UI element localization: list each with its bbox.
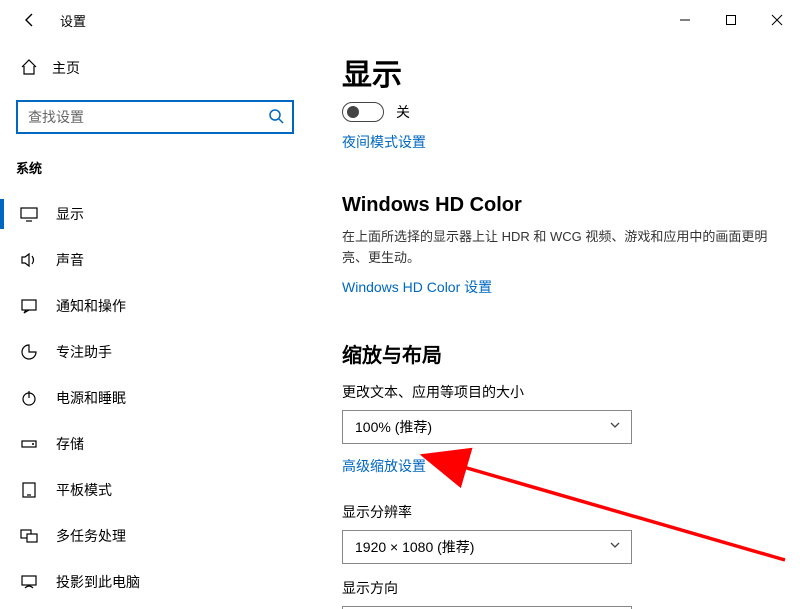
sidebar: 主页 查找设置 系统 显示 声音 通知和操作 专注助手 — [0, 40, 310, 609]
sidebar-item-multitask[interactable]: 多任务处理 — [0, 513, 310, 559]
back-button[interactable] — [10, 0, 50, 40]
scale-dropdown-value: 100% (推荐) — [355, 417, 432, 437]
sidebar-home[interactable]: 主页 — [0, 48, 310, 88]
display-icon — [20, 205, 38, 223]
titlebar: 设置 — [0, 0, 800, 40]
window-controls — [662, 0, 800, 40]
sidebar-item-projecting[interactable]: 投影到此电脑 — [0, 559, 310, 605]
close-button[interactable] — [754, 0, 800, 40]
hd-color-settings-link[interactable]: Windows HD Color 设置 — [342, 277, 492, 297]
notifications-icon — [20, 297, 38, 315]
multitask-icon — [20, 527, 38, 545]
resolution-dropdown[interactable]: 1920 × 1080 (推荐) — [342, 530, 632, 564]
sidebar-item-label: 显示 — [56, 204, 84, 224]
sidebar-item-label: 通知和操作 — [56, 296, 126, 316]
focus-icon — [20, 343, 38, 361]
sidebar-home-label: 主页 — [52, 58, 80, 78]
orientation-label: 显示方向 — [342, 578, 776, 598]
sidebar-item-label: 存储 — [56, 434, 84, 454]
sidebar-section-title: 系统 — [0, 144, 310, 191]
sidebar-item-label: 投影到此电脑 — [56, 572, 140, 592]
orientation-dropdown[interactable]: 横向 — [342, 606, 632, 609]
sidebar-item-notifications[interactable]: 通知和操作 — [0, 283, 310, 329]
search-icon — [268, 108, 284, 127]
scale-dropdown[interactable]: 100% (推荐) — [342, 410, 632, 444]
tablet-icon — [20, 481, 38, 499]
page-title: 显示 — [342, 50, 776, 94]
sidebar-item-tablet[interactable]: 平板模式 — [0, 467, 310, 513]
close-icon — [771, 14, 783, 26]
minimize-icon — [679, 14, 691, 26]
sidebar-item-label: 电源和睡眠 — [56, 388, 126, 408]
sidebar-item-label: 声音 — [56, 250, 84, 270]
toggle-off-label: 关 — [396, 102, 410, 122]
sound-icon — [20, 251, 38, 269]
power-icon — [20, 389, 38, 407]
sidebar-item-focus[interactable]: 专注助手 — [0, 329, 310, 375]
sidebar-nav: 显示 声音 通知和操作 专注助手 电源和睡眠 存储 — [0, 191, 310, 605]
maximize-button[interactable] — [708, 0, 754, 40]
night-light-toggle-row: 关 — [342, 102, 776, 122]
sidebar-item-power[interactable]: 电源和睡眠 — [0, 375, 310, 421]
search-input[interactable]: 查找设置 — [16, 100, 294, 134]
maximize-icon — [725, 14, 737, 26]
window-title: 设置 — [60, 11, 86, 30]
hd-color-heading: Windows HD Color — [342, 194, 776, 217]
sidebar-item-display[interactable]: 显示 — [0, 191, 310, 237]
night-light-settings-link[interactable]: 夜间模式设置 — [342, 132, 426, 152]
chevron-down-icon — [609, 539, 621, 554]
resolution-label: 显示分辨率 — [342, 502, 776, 522]
arrow-left-icon — [22, 12, 38, 28]
sidebar-item-label: 专注助手 — [56, 342, 112, 362]
projecting-icon — [20, 573, 38, 591]
hd-color-description: 在上面所选择的显示器上让 HDR 和 WCG 视频、游戏和应用中的画面更明亮、更… — [342, 227, 776, 269]
resolution-dropdown-value: 1920 × 1080 (推荐) — [355, 537, 474, 557]
minimize-button[interactable] — [662, 0, 708, 40]
chevron-down-icon — [609, 419, 621, 434]
advanced-scaling-link[interactable]: 高级缩放设置 — [342, 456, 426, 476]
scale-field-label: 更改文本、应用等项目的大小 — [342, 382, 776, 402]
sidebar-item-sound[interactable]: 声音 — [0, 237, 310, 283]
scale-layout-heading: 缩放与布局 — [342, 339, 776, 368]
search-placeholder: 查找设置 — [28, 107, 84, 127]
sidebar-item-label: 平板模式 — [56, 480, 112, 500]
storage-icon — [20, 435, 38, 453]
sidebar-item-storage[interactable]: 存储 — [0, 421, 310, 467]
home-icon — [20, 58, 38, 79]
main-content: 显示 关 夜间模式设置 Windows HD Color 在上面所选择的显示器上… — [310, 40, 800, 609]
night-light-toggle[interactable] — [342, 102, 384, 122]
sidebar-item-label: 多任务处理 — [56, 526, 126, 546]
